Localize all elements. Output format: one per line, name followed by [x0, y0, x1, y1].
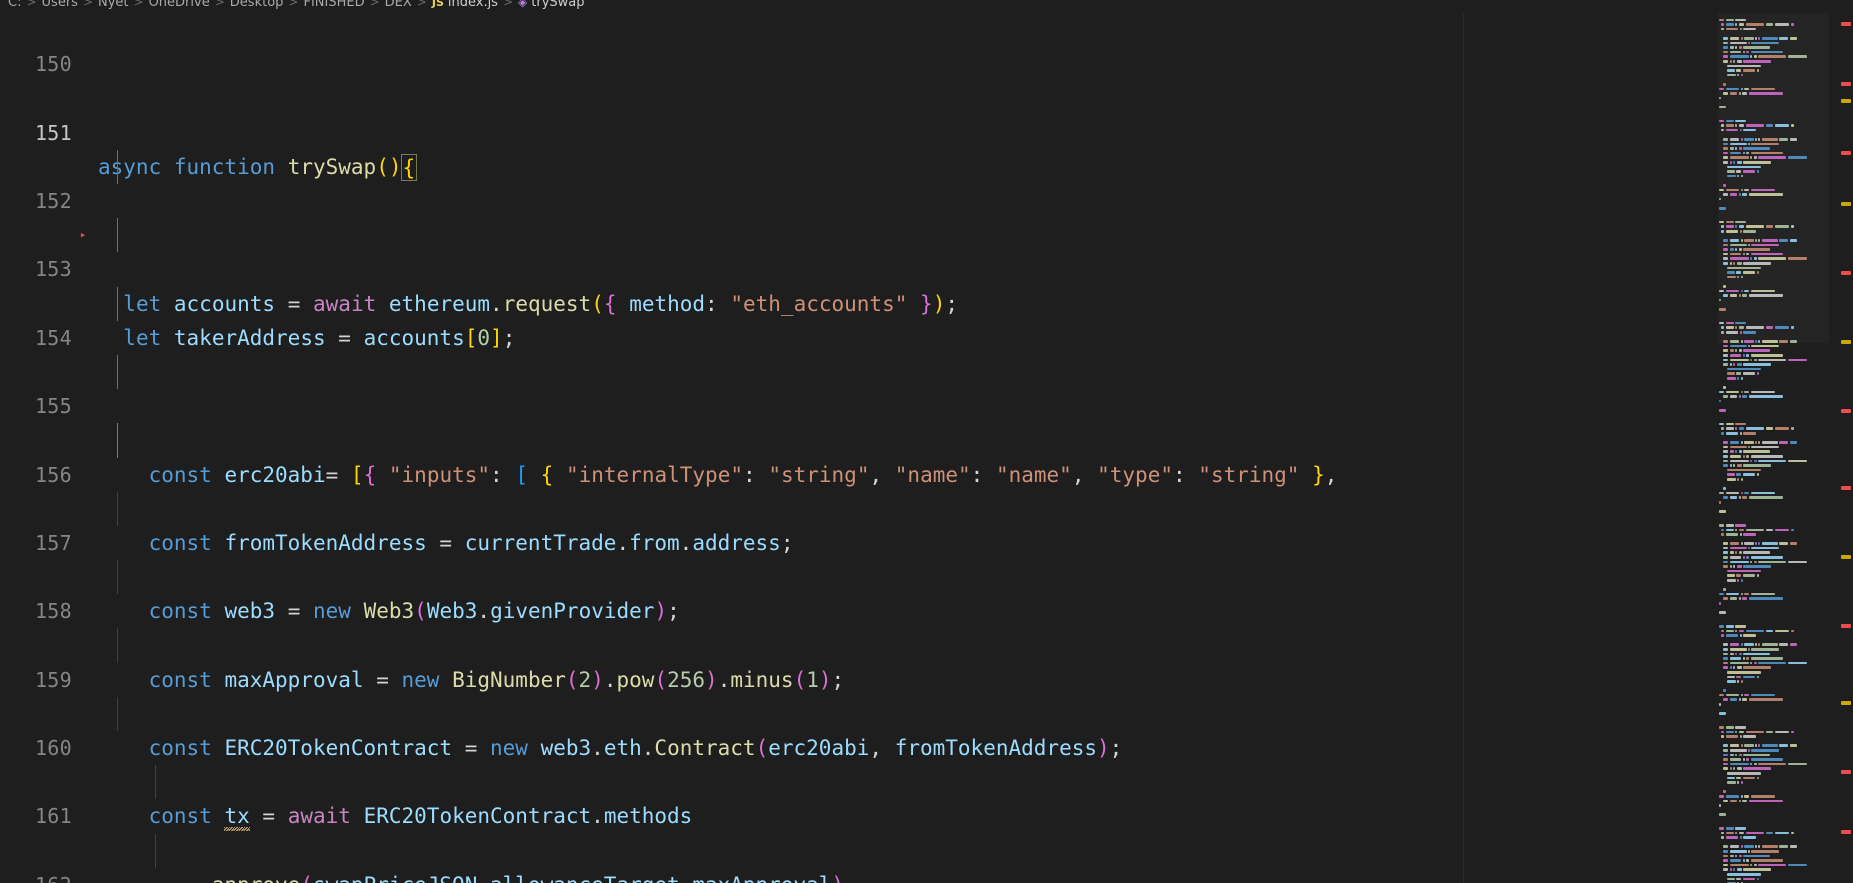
- line-number[interactable]: 161: [0, 799, 72, 833]
- line-number[interactable]: 159: [0, 663, 72, 697]
- indent-guide: [155, 765, 156, 800]
- breadcrumb-separator-icon: >: [502, 0, 514, 9]
- editor-minimap-divider: [1463, 13, 1464, 883]
- code-editor[interactable]: 150 151 async function trySwap(){ 152 ▸ …: [0, 13, 1463, 883]
- indent-guide: [117, 491, 118, 526]
- line-number[interactable]: 155: [0, 389, 72, 423]
- breadcrumb[interactable]: C: > Users > Nyet > OneDrive > Desktop >…: [0, 0, 1853, 13]
- indent-guide: [117, 218, 118, 253]
- overview-ruler-marker-error[interactable]: [1841, 830, 1851, 834]
- line-content[interactable]: const ERC20TokenContract = new web3.eth.…: [98, 731, 1123, 765]
- line-number[interactable]: 160: [0, 731, 72, 765]
- breadcrumb-item-index-js[interactable]: index.js: [448, 0, 498, 10]
- overview-ruler[interactable]: [1829, 13, 1853, 883]
- line-content[interactable]: const maxApproval = new BigNumber(2).pow…: [98, 663, 845, 697]
- overview-ruler-marker-warning[interactable]: [1841, 701, 1851, 705]
- breadcrumb-separator-icon: >: [214, 0, 225, 9]
- overview-ruler-marker-warning[interactable]: [1841, 99, 1851, 103]
- breadcrumb-separator-icon: >: [369, 0, 380, 9]
- code-line[interactable]: 158 const maxApproval = new BigNumber(2)…: [0, 560, 1463, 692]
- symbol-method-icon: ◈: [518, 0, 528, 9]
- overview-ruler-marker-error[interactable]: [1841, 150, 1851, 155]
- breadcrumb-separator-icon: >: [26, 0, 37, 9]
- line-number[interactable]: 151: [0, 116, 72, 150]
- indent-guide: [117, 286, 118, 321]
- line-content[interactable]: const erc20abi= [{ "inputs": [ { "intern…: [98, 458, 1338, 492]
- overview-ruler-marker-warning[interactable]: [1841, 554, 1851, 559]
- line-content[interactable]: const web3 = new Web3(Web3.givenProvider…: [98, 594, 680, 628]
- breadcrumb-separator-icon: >: [133, 0, 144, 9]
- overview-ruler-marker-error[interactable]: [1841, 623, 1851, 628]
- line-number[interactable]: 157: [0, 526, 72, 560]
- code-line[interactable]: 151 async function trySwap(){: [0, 81, 1463, 182]
- indent-guide: [117, 423, 118, 458]
- breadcrumb-separator-icon: >: [82, 0, 93, 9]
- overview-ruler-marker-warning[interactable]: [1841, 339, 1851, 344]
- line-number[interactable]: 153: [0, 252, 72, 286]
- breadcrumb-separator-icon: >: [416, 0, 427, 9]
- indent-guide: [117, 149, 118, 184]
- line-content[interactable]: .approve(swapPriceJSON.allowanceTarget,m…: [98, 868, 844, 883]
- breadcrumb-item-dex[interactable]: DEX: [385, 0, 412, 10]
- indent-guide: [155, 833, 156, 868]
- diagnostic-squiggle-tx: tx: [224, 804, 250, 832]
- breadcrumb-item-tryswap[interactable]: trySwap: [531, 0, 584, 10]
- line-number[interactable]: 152: [0, 184, 72, 218]
- line-number[interactable]: 154: [0, 321, 72, 355]
- indent-guide: [117, 628, 118, 663]
- vscode-editor-window: C: > Users > Nyet > OneDrive > Desktop >…: [0, 0, 1853, 883]
- breadcrumb-item-nyet[interactable]: Nyet: [98, 0, 129, 10]
- breadcrumb-item-users[interactable]: Users: [42, 0, 78, 10]
- overview-ruler-marker-error[interactable]: [1841, 486, 1851, 490]
- js-file-icon: JS: [431, 0, 444, 9]
- line-number[interactable]: 162: [0, 868, 72, 883]
- line-number[interactable]: 156: [0, 458, 72, 492]
- indent-guide: [117, 560, 118, 595]
- line-content[interactable]: let takerAddress = accounts[0];: [98, 321, 515, 355]
- overview-ruler-marker-error[interactable]: [1841, 271, 1851, 275]
- overview-ruler-marker-warning[interactable]: [1841, 202, 1851, 207]
- code-line[interactable]: 152 ▸ let accounts = await ethereum.requ…: [0, 149, 1463, 316]
- code-line[interactable]: 159 const ERC20TokenContract = new web3.…: [0, 628, 1463, 760]
- code-line[interactable]: 160 const tx = await ERC20TokenContract.…: [0, 696, 1463, 832]
- line-content[interactable]: const fromTokenAddress = currentTrade.fr…: [98, 526, 794, 560]
- code-line[interactable]: 154: [0, 286, 1463, 350]
- indent-guide: [117, 696, 118, 732]
- breadcrumb-separator-icon: >: [288, 0, 299, 9]
- code-line[interactable]: 153 let takerAddress = accounts[0];: [0, 218, 1463, 350]
- indent-guide: [117, 354, 118, 390]
- minimap[interactable]: [1718, 13, 1829, 883]
- code-line[interactable]: 162 .send({ from: takerAddress }): [0, 833, 1463, 883]
- overview-ruler-marker-error[interactable]: [1841, 769, 1851, 774]
- line-number[interactable]: 150: [0, 47, 72, 81]
- line-number[interactable]: 158: [0, 594, 72, 628]
- breadcrumb-item-finished[interactable]: FINISHED: [303, 0, 364, 10]
- code-line[interactable]: 157 const web3 = new Web3(Web3.givenProv…: [0, 491, 1463, 623]
- code-line[interactable]: 155 const erc20abi= [{ "inputs": [ { "in…: [0, 354, 1463, 487]
- breadcrumb-item-drive[interactable]: C:: [8, 0, 21, 10]
- breadcrumb-item-desktop[interactable]: Desktop: [230, 0, 284, 10]
- code-line[interactable]: 156 const fromTokenAddress = currentTrad…: [0, 423, 1463, 555]
- breadcrumb-item-onedrive[interactable]: OneDrive: [149, 0, 210, 10]
- overview-ruler-marker-error[interactable]: [1841, 21, 1851, 26]
- code-line[interactable]: 150: [0, 13, 1463, 76]
- line-content[interactable]: const tx = await ERC20TokenContract.meth…: [98, 799, 692, 833]
- overview-ruler-marker-error[interactable]: [1841, 81, 1851, 86]
- code-line[interactable]: 161 .approve(swapPriceJSON.allowanceTarg…: [0, 765, 1463, 883]
- overview-ruler-marker-error[interactable]: [1841, 408, 1851, 413]
